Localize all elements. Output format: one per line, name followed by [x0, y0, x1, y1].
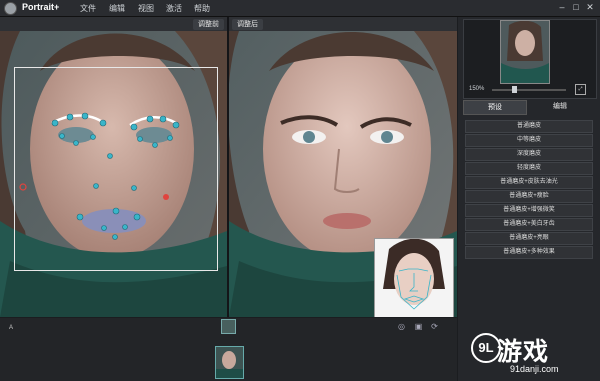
preset-button[interactable]: 普通磨皮+多种效果 — [465, 246, 593, 259]
zoom-label: 150% — [469, 86, 485, 92]
filmstrip-portrait — [216, 347, 243, 378]
app-logo-icon — [4, 2, 17, 15]
minimize-button[interactable]: – — [556, 2, 568, 13]
face-mesh-illustration — [383, 239, 445, 310]
navigator-thumbnail[interactable] — [500, 20, 550, 84]
before-label: 调整前 — [193, 19, 224, 30]
preset-button[interactable]: 普通磨皮+瘦脸 — [465, 190, 593, 203]
tab-preset[interactable]: 预设 — [463, 100, 527, 115]
preset-button[interactable]: 中等磨皮 — [465, 134, 593, 147]
current-image-thumbnail[interactable] — [221, 319, 236, 334]
after-image[interactable] — [229, 31, 457, 317]
compare-icon[interactable]: ◎ — [397, 322, 406, 331]
maximize-button[interactable]: □ — [570, 2, 582, 13]
preset-button[interactable]: 普通磨皮+皮肤去油光 — [465, 176, 593, 189]
title-bar: Portrait+ 文件 编辑 视图 激活 帮助 – □ ✕ — [0, 0, 600, 17]
zoom-slider[interactable] — [492, 89, 566, 91]
split-view-icon[interactable]: ▣ — [414, 322, 423, 331]
app-title: Portrait+ — [22, 2, 60, 12]
tab-edit[interactable]: 编辑 — [527, 100, 593, 113]
menu-edit[interactable]: 编辑 — [109, 3, 125, 14]
watermark-text: 游戏 — [497, 338, 550, 366]
navigator-portrait — [501, 21, 549, 83]
bottom-marker: A — [9, 325, 14, 331]
zoom-slider-handle[interactable] — [512, 86, 518, 93]
filmstrip-thumbnail[interactable] — [215, 346, 244, 379]
watermark-url: 91danji.com — [510, 364, 559, 374]
preset-button[interactable]: 普通磨皮 — [465, 120, 593, 133]
menu-file[interactable]: 文件 — [80, 3, 96, 14]
refresh-icon[interactable]: ⟳ — [430, 322, 439, 331]
preset-button[interactable]: 普通磨皮+亮眼 — [465, 232, 593, 245]
menu-activate[interactable]: 激活 — [166, 3, 182, 14]
face-mesh-preview — [374, 238, 454, 317]
menu-view[interactable]: 视图 — [138, 3, 154, 14]
before-image[interactable] — [0, 31, 227, 317]
after-label: 调整后 — [232, 19, 263, 30]
preset-button[interactable]: 轻度磨皮 — [465, 162, 593, 175]
preset-button[interactable]: 普通磨皮+美白牙齿 — [465, 218, 593, 231]
face-landmarks[interactable] — [0, 31, 227, 317]
fit-icon[interactable]: ⤢ — [575, 84, 586, 95]
preset-button[interactable]: 深度磨皮 — [465, 148, 593, 161]
preset-button[interactable]: 普通磨皮+增强微笑 — [465, 204, 593, 217]
preset-list: 普通磨皮 中等磨皮 深度磨皮 轻度磨皮 普通磨皮+皮肤去油光 普通磨皮+瘦脸 普… — [465, 120, 593, 260]
menu-help[interactable]: 帮助 — [194, 3, 210, 14]
close-button[interactable]: ✕ — [584, 2, 596, 13]
